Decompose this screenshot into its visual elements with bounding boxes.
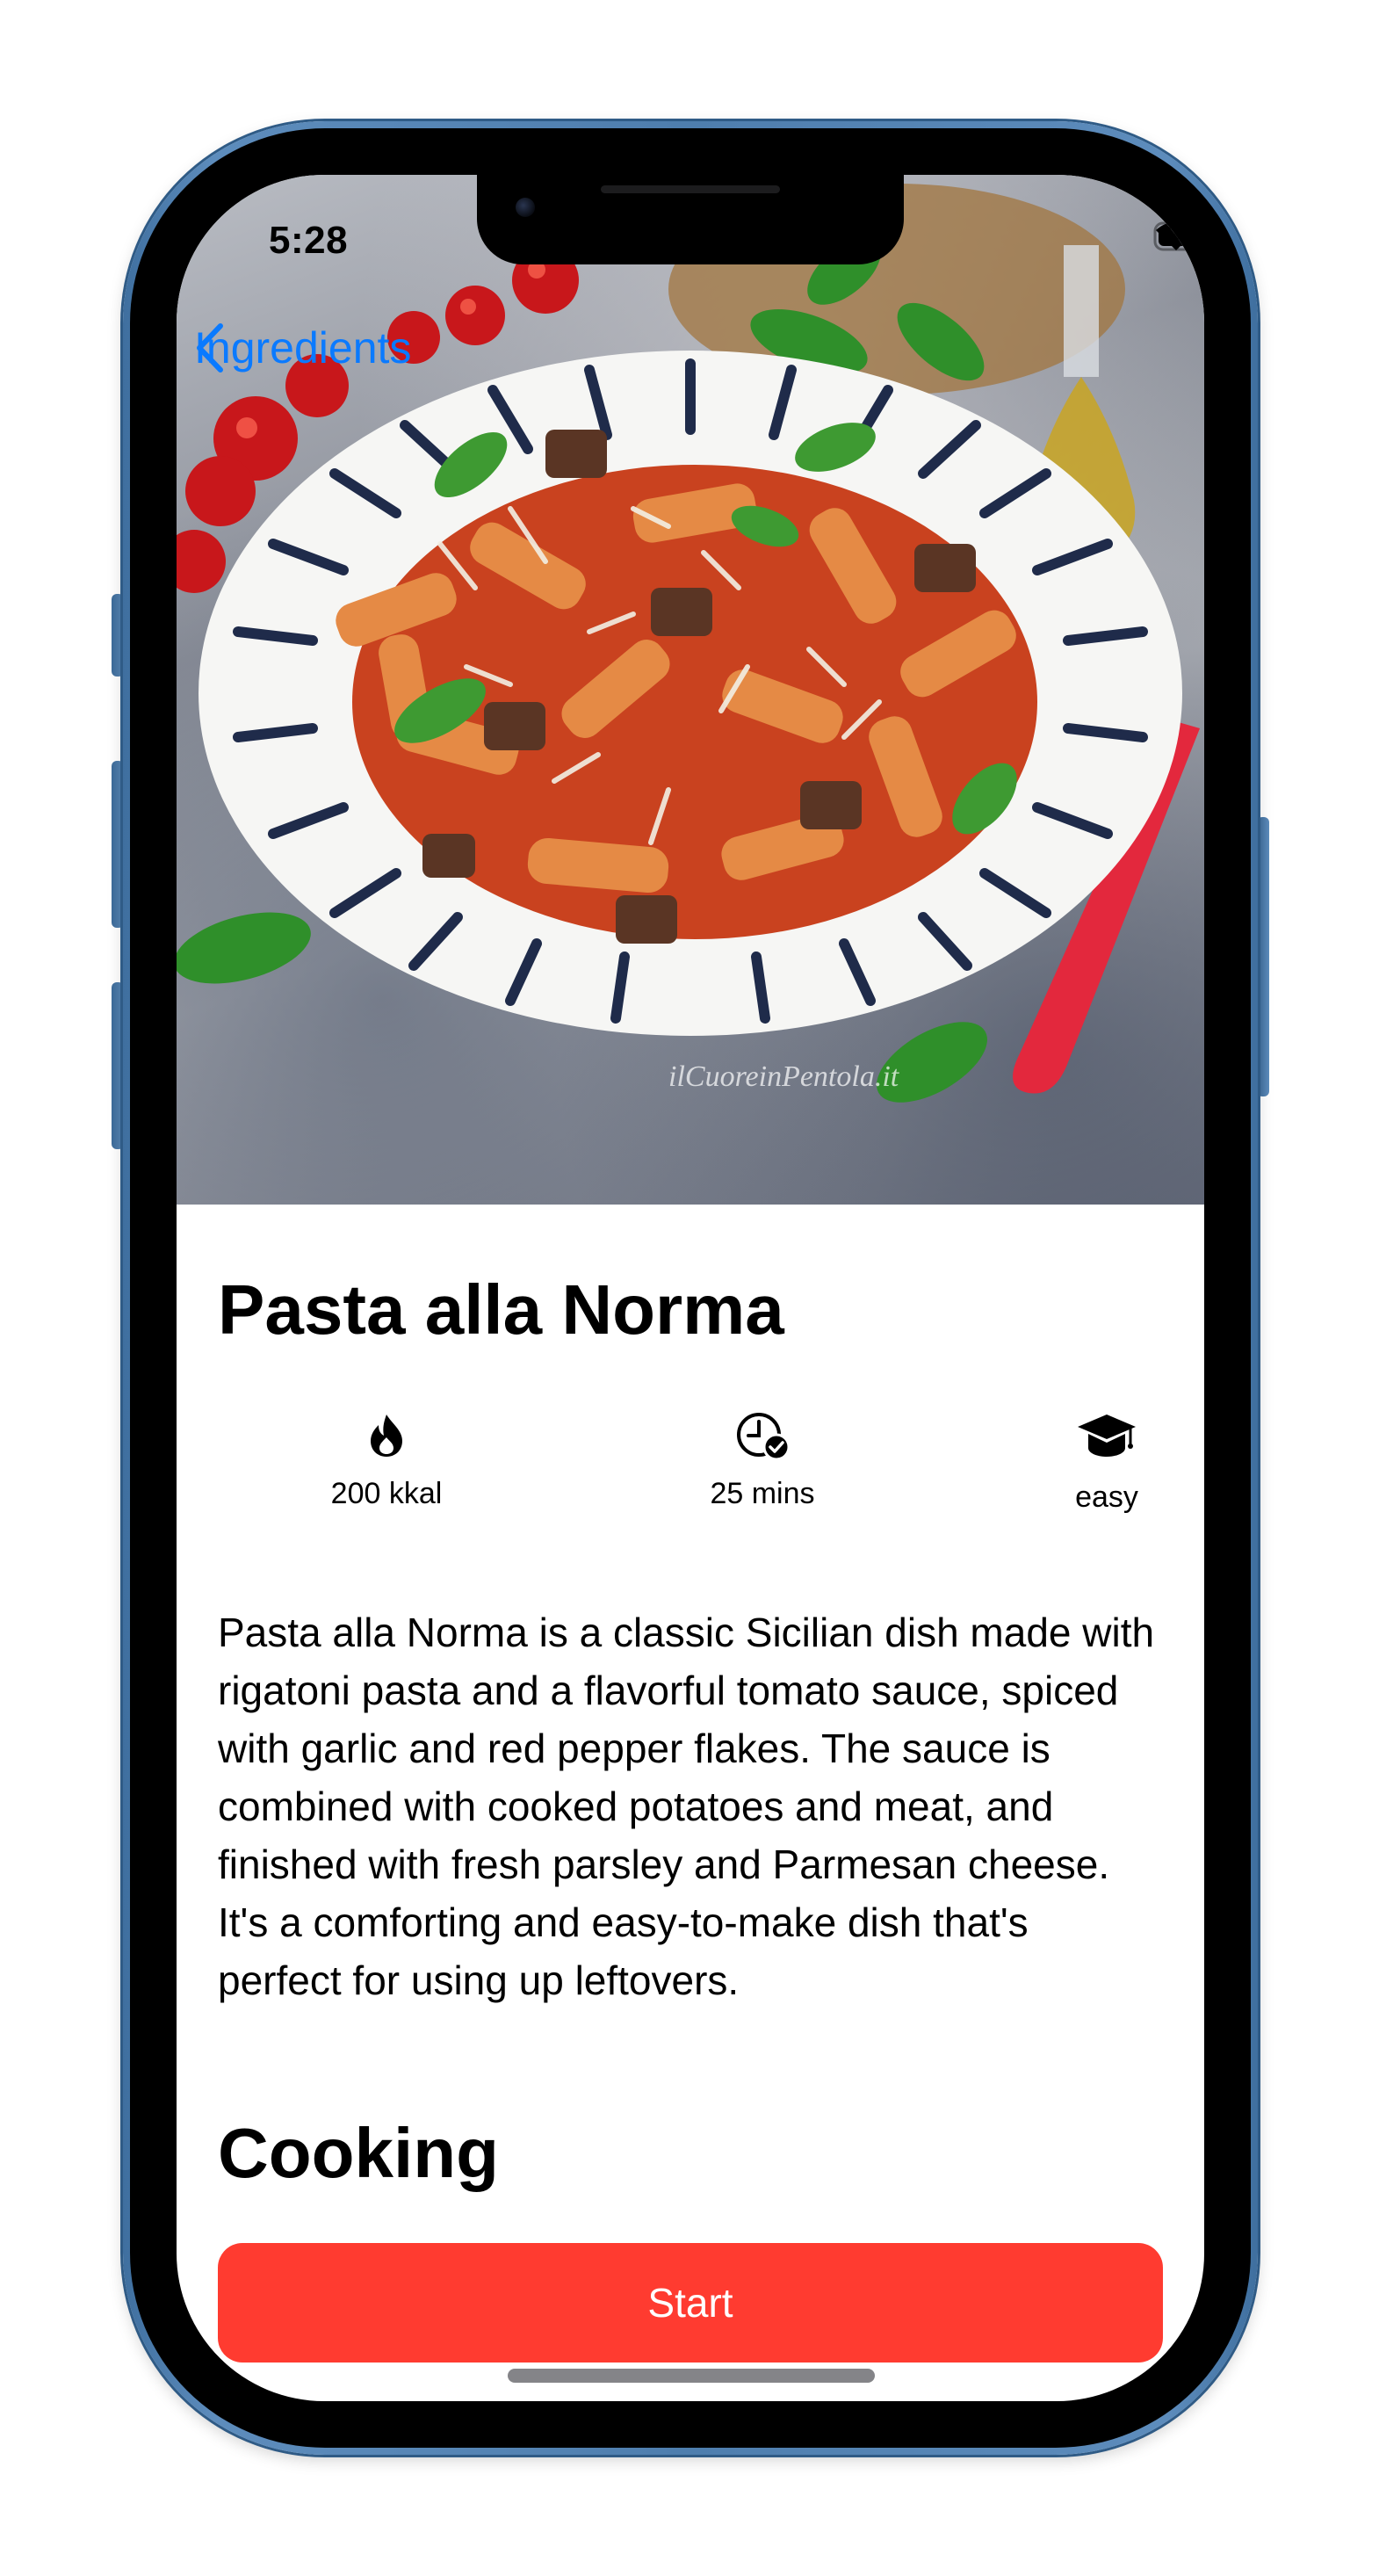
volume-up-button bbox=[112, 761, 124, 928]
speaker-grille bbox=[601, 185, 780, 193]
recipe-description: Pasta alla Norma is a classic Sicilian d… bbox=[218, 1610, 1155, 2003]
flame-icon bbox=[356, 1405, 417, 1466]
front-camera bbox=[516, 198, 535, 217]
recipe-stats: 200 kkal 25 mins easy bbox=[218, 1405, 1163, 1528]
stat-time-label: 25 mins bbox=[710, 1477, 815, 1510]
status-time: 5:28 bbox=[269, 219, 349, 262]
hero-watermark: ilCuoreinPentola.it bbox=[668, 1060, 900, 1093]
recipe-title: Pasta alla Norma bbox=[218, 1270, 784, 1349]
clock-check-icon bbox=[732, 1405, 793, 1466]
stat-difficulty: easy bbox=[1001, 1405, 1204, 1515]
back-button-label: Ingredients bbox=[194, 323, 412, 373]
stat-calories: 200 kkal bbox=[281, 1405, 492, 1511]
phone-screen: ilCuoreinPentola.it 5:28 Ingredients Pas… bbox=[177, 175, 1204, 2401]
chevron-left-icon bbox=[197, 323, 223, 373]
battery-icon bbox=[1153, 221, 1204, 251]
volume-down-button bbox=[112, 982, 124, 1149]
cooking-section-title: Cooking bbox=[218, 2114, 499, 2192]
recipe-hero-image: ilCuoreinPentola.it 5:28 Ingredients bbox=[177, 175, 1204, 1205]
back-button[interactable]: Ingredients bbox=[194, 322, 411, 373]
start-cooking-button[interactable]: Start bbox=[218, 2243, 1163, 2363]
power-button bbox=[1257, 817, 1269, 1096]
home-indicator[interactable] bbox=[508, 2369, 875, 2383]
stat-time: 25 mins bbox=[657, 1405, 868, 1511]
stat-difficulty-label: easy bbox=[1075, 1480, 1138, 1514]
mute-switch bbox=[112, 594, 124, 677]
stat-calories-label: 200 kkal bbox=[330, 1477, 443, 1510]
graduation-cap-icon bbox=[1076, 1405, 1137, 1466]
